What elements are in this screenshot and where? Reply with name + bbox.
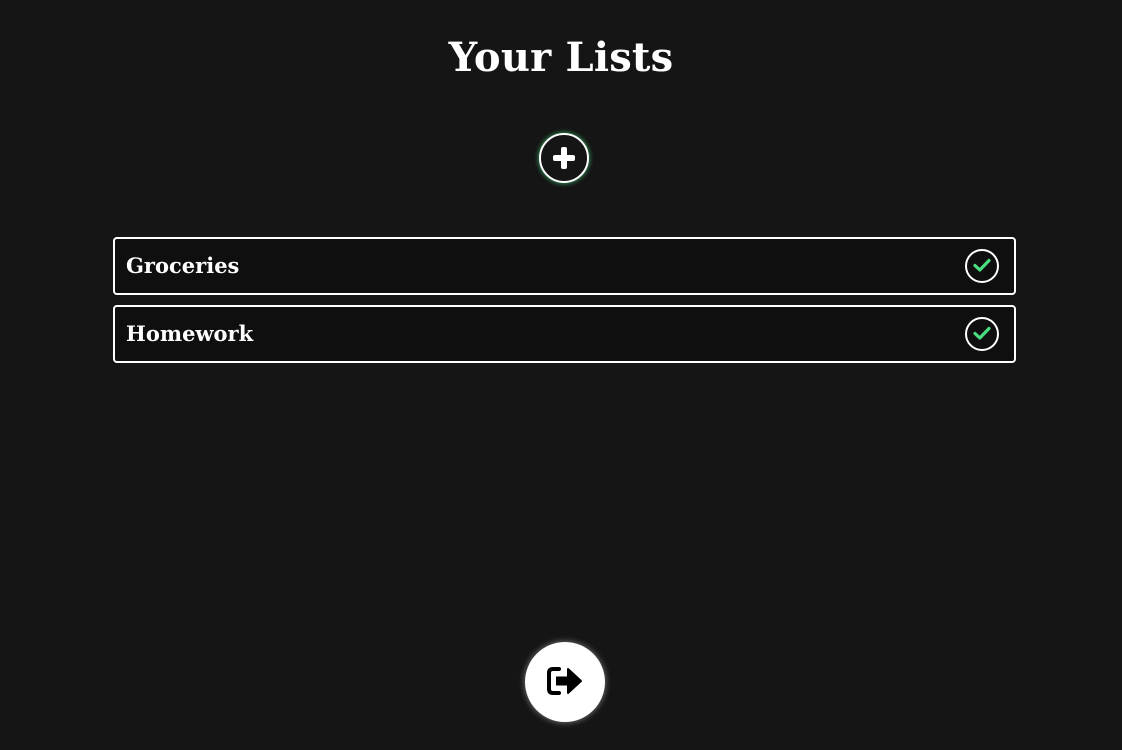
page-title: Your Lists xyxy=(448,34,674,81)
list-item-homework[interactable]: Homework xyxy=(113,305,1016,363)
add-list-button[interactable] xyxy=(539,133,589,183)
sign-out-icon xyxy=(545,664,585,701)
complete-list-button[interactable] xyxy=(965,317,999,351)
logout-button[interactable] xyxy=(525,642,605,722)
check-icon xyxy=(973,258,991,275)
lists-container: Groceries Homework xyxy=(113,237,1016,373)
plus-icon xyxy=(551,145,577,171)
check-icon xyxy=(973,326,991,343)
list-item-label: Homework xyxy=(126,321,254,346)
list-item-groceries[interactable]: Groceries xyxy=(113,237,1016,295)
list-item-label: Groceries xyxy=(126,253,240,278)
complete-list-button[interactable] xyxy=(965,249,999,283)
